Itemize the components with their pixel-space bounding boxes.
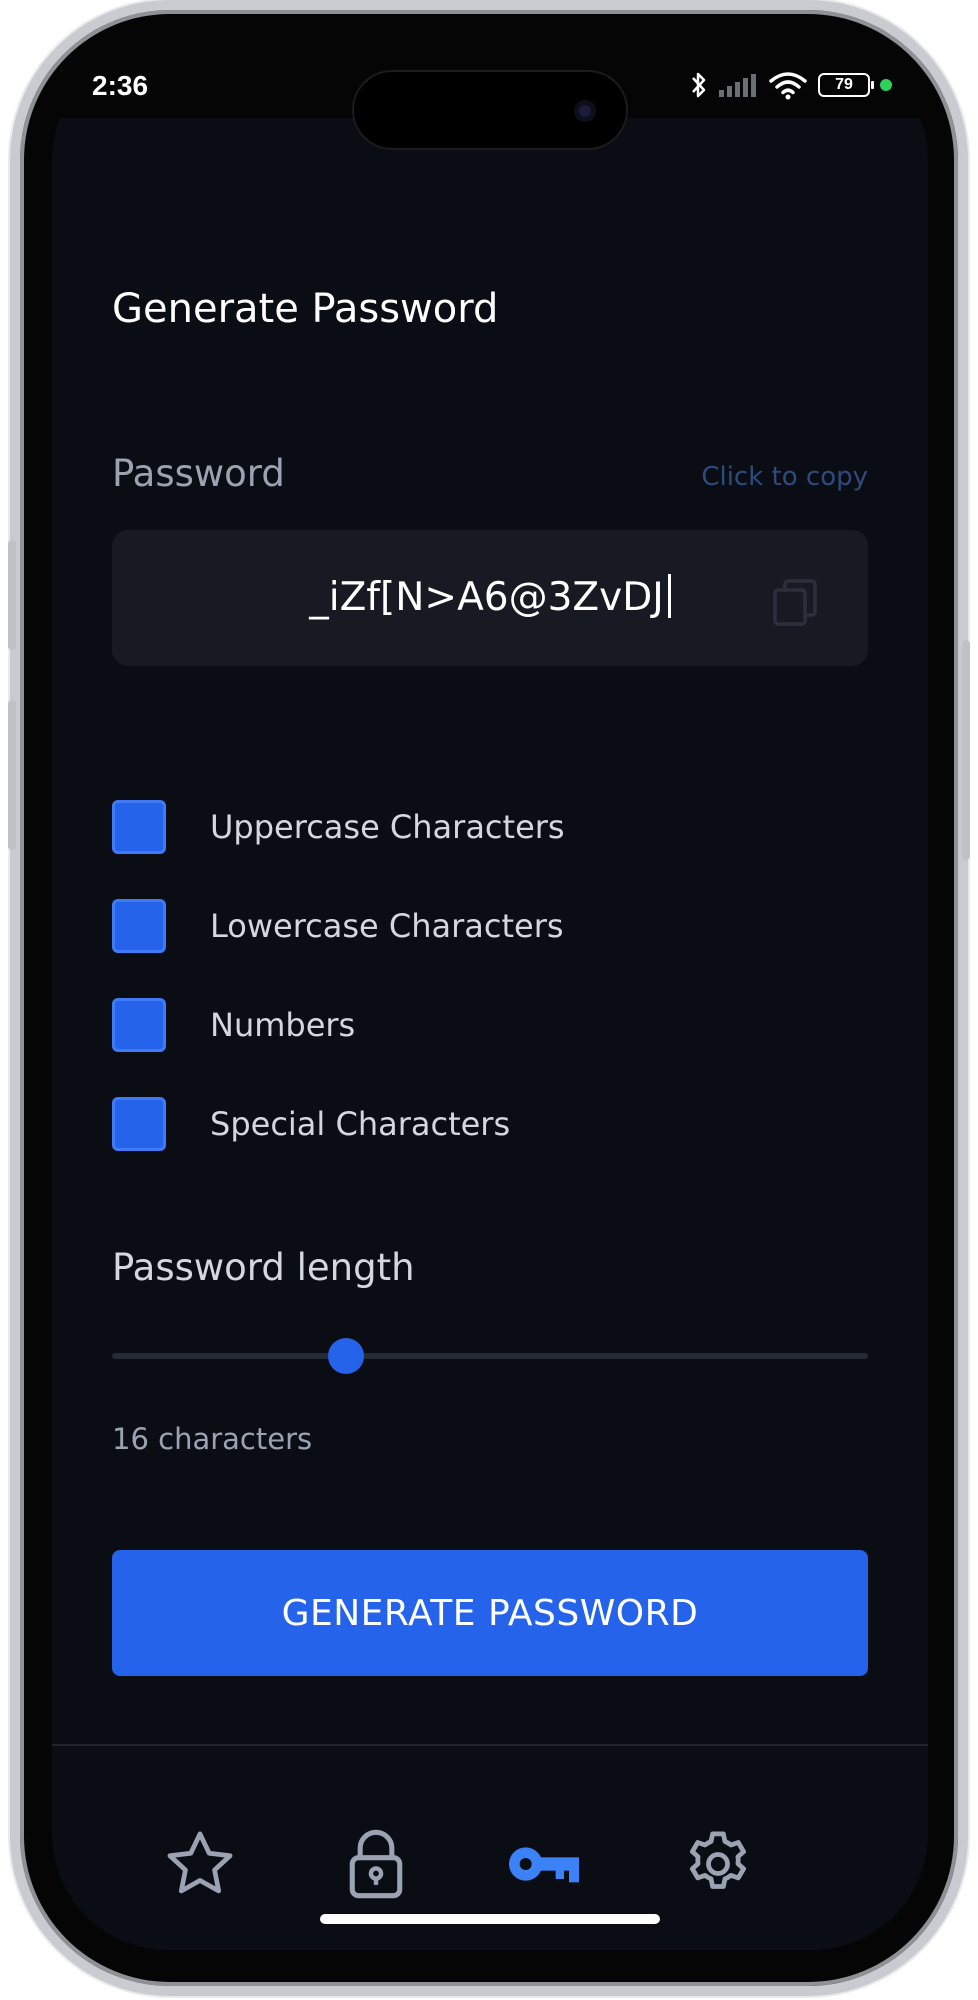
option-numbers[interactable]: Numbers: [112, 998, 868, 1052]
option-special[interactable]: Special Characters: [112, 1097, 868, 1151]
status-time: 2:36: [92, 70, 149, 101]
password-value-row: _iZf[N>A6@3ZvDJ: [112, 574, 868, 620]
uppercase-checkbox[interactable]: [112, 800, 166, 854]
tab-favorites[interactable]: [160, 1824, 240, 1904]
password-length-slider[interactable]: [112, 1338, 868, 1374]
status-icons: 79: [690, 68, 892, 102]
phone-volume-up-button: [8, 700, 16, 850]
character-options: Uppercase Characters Lowercase Character…: [112, 800, 868, 1196]
generated-password: _iZf[N>A6@3ZvDJ: [309, 575, 664, 620]
tab-generator[interactable]: [504, 1824, 584, 1904]
numbers-checkbox[interactable]: [112, 998, 166, 1052]
privacy-indicator-dot: [880, 79, 892, 91]
password-length-value: 16 characters: [112, 1422, 313, 1456]
password-label: Password: [112, 452, 285, 495]
slider-thumb[interactable]: [328, 1338, 365, 1374]
wifi-icon: [769, 72, 807, 100]
option-uppercase[interactable]: Uppercase Characters: [112, 800, 868, 854]
key-icon: [509, 1847, 579, 1883]
password-output-field[interactable]: _iZf[N>A6@3ZvDJ: [112, 530, 868, 666]
option-label: Special Characters: [210, 1105, 511, 1143]
page-title: Generate Password: [112, 286, 499, 332]
star-icon: [167, 1831, 233, 1894]
option-label: Uppercase Characters: [210, 808, 565, 846]
front-camera: [574, 100, 596, 122]
option-lowercase[interactable]: Lowercase Characters: [112, 899, 868, 953]
dynamic-island: [352, 70, 628, 150]
special-characters-checkbox[interactable]: [112, 1097, 166, 1151]
home-indicator[interactable]: [320, 1914, 660, 1924]
tab-settings[interactable]: [678, 1824, 758, 1904]
click-to-copy-link[interactable]: Click to copy: [701, 462, 868, 492]
bluetooth-icon: [692, 72, 706, 98]
cellular-signal-icon: [719, 74, 756, 97]
copy-icon[interactable]: [772, 578, 818, 626]
phone-screen: 2:36 79 Generate Password Password Click…: [52, 44, 928, 1950]
gear-icon: [689, 1831, 747, 1889]
password-length-label: Password length: [112, 1246, 415, 1289]
text-caret: [667, 574, 671, 618]
stage: 2:36 79 Generate Password Password Click…: [0, 0, 978, 2000]
lowercase-checkbox[interactable]: [112, 899, 166, 953]
generate-password-button[interactable]: GENERATE PASSWORD: [112, 1550, 868, 1676]
option-label: Lowercase Characters: [210, 907, 564, 945]
bottom-tab-bar: [52, 1744, 928, 1950]
phone-action-button: [8, 540, 16, 650]
battery-indicator: 79: [818, 73, 874, 97]
option-label: Numbers: [210, 1006, 356, 1044]
slider-track[interactable]: [112, 1353, 868, 1359]
tab-vault[interactable]: [336, 1824, 416, 1904]
phone-power-button: [962, 640, 970, 860]
lock-icon: [349, 1829, 403, 1899]
